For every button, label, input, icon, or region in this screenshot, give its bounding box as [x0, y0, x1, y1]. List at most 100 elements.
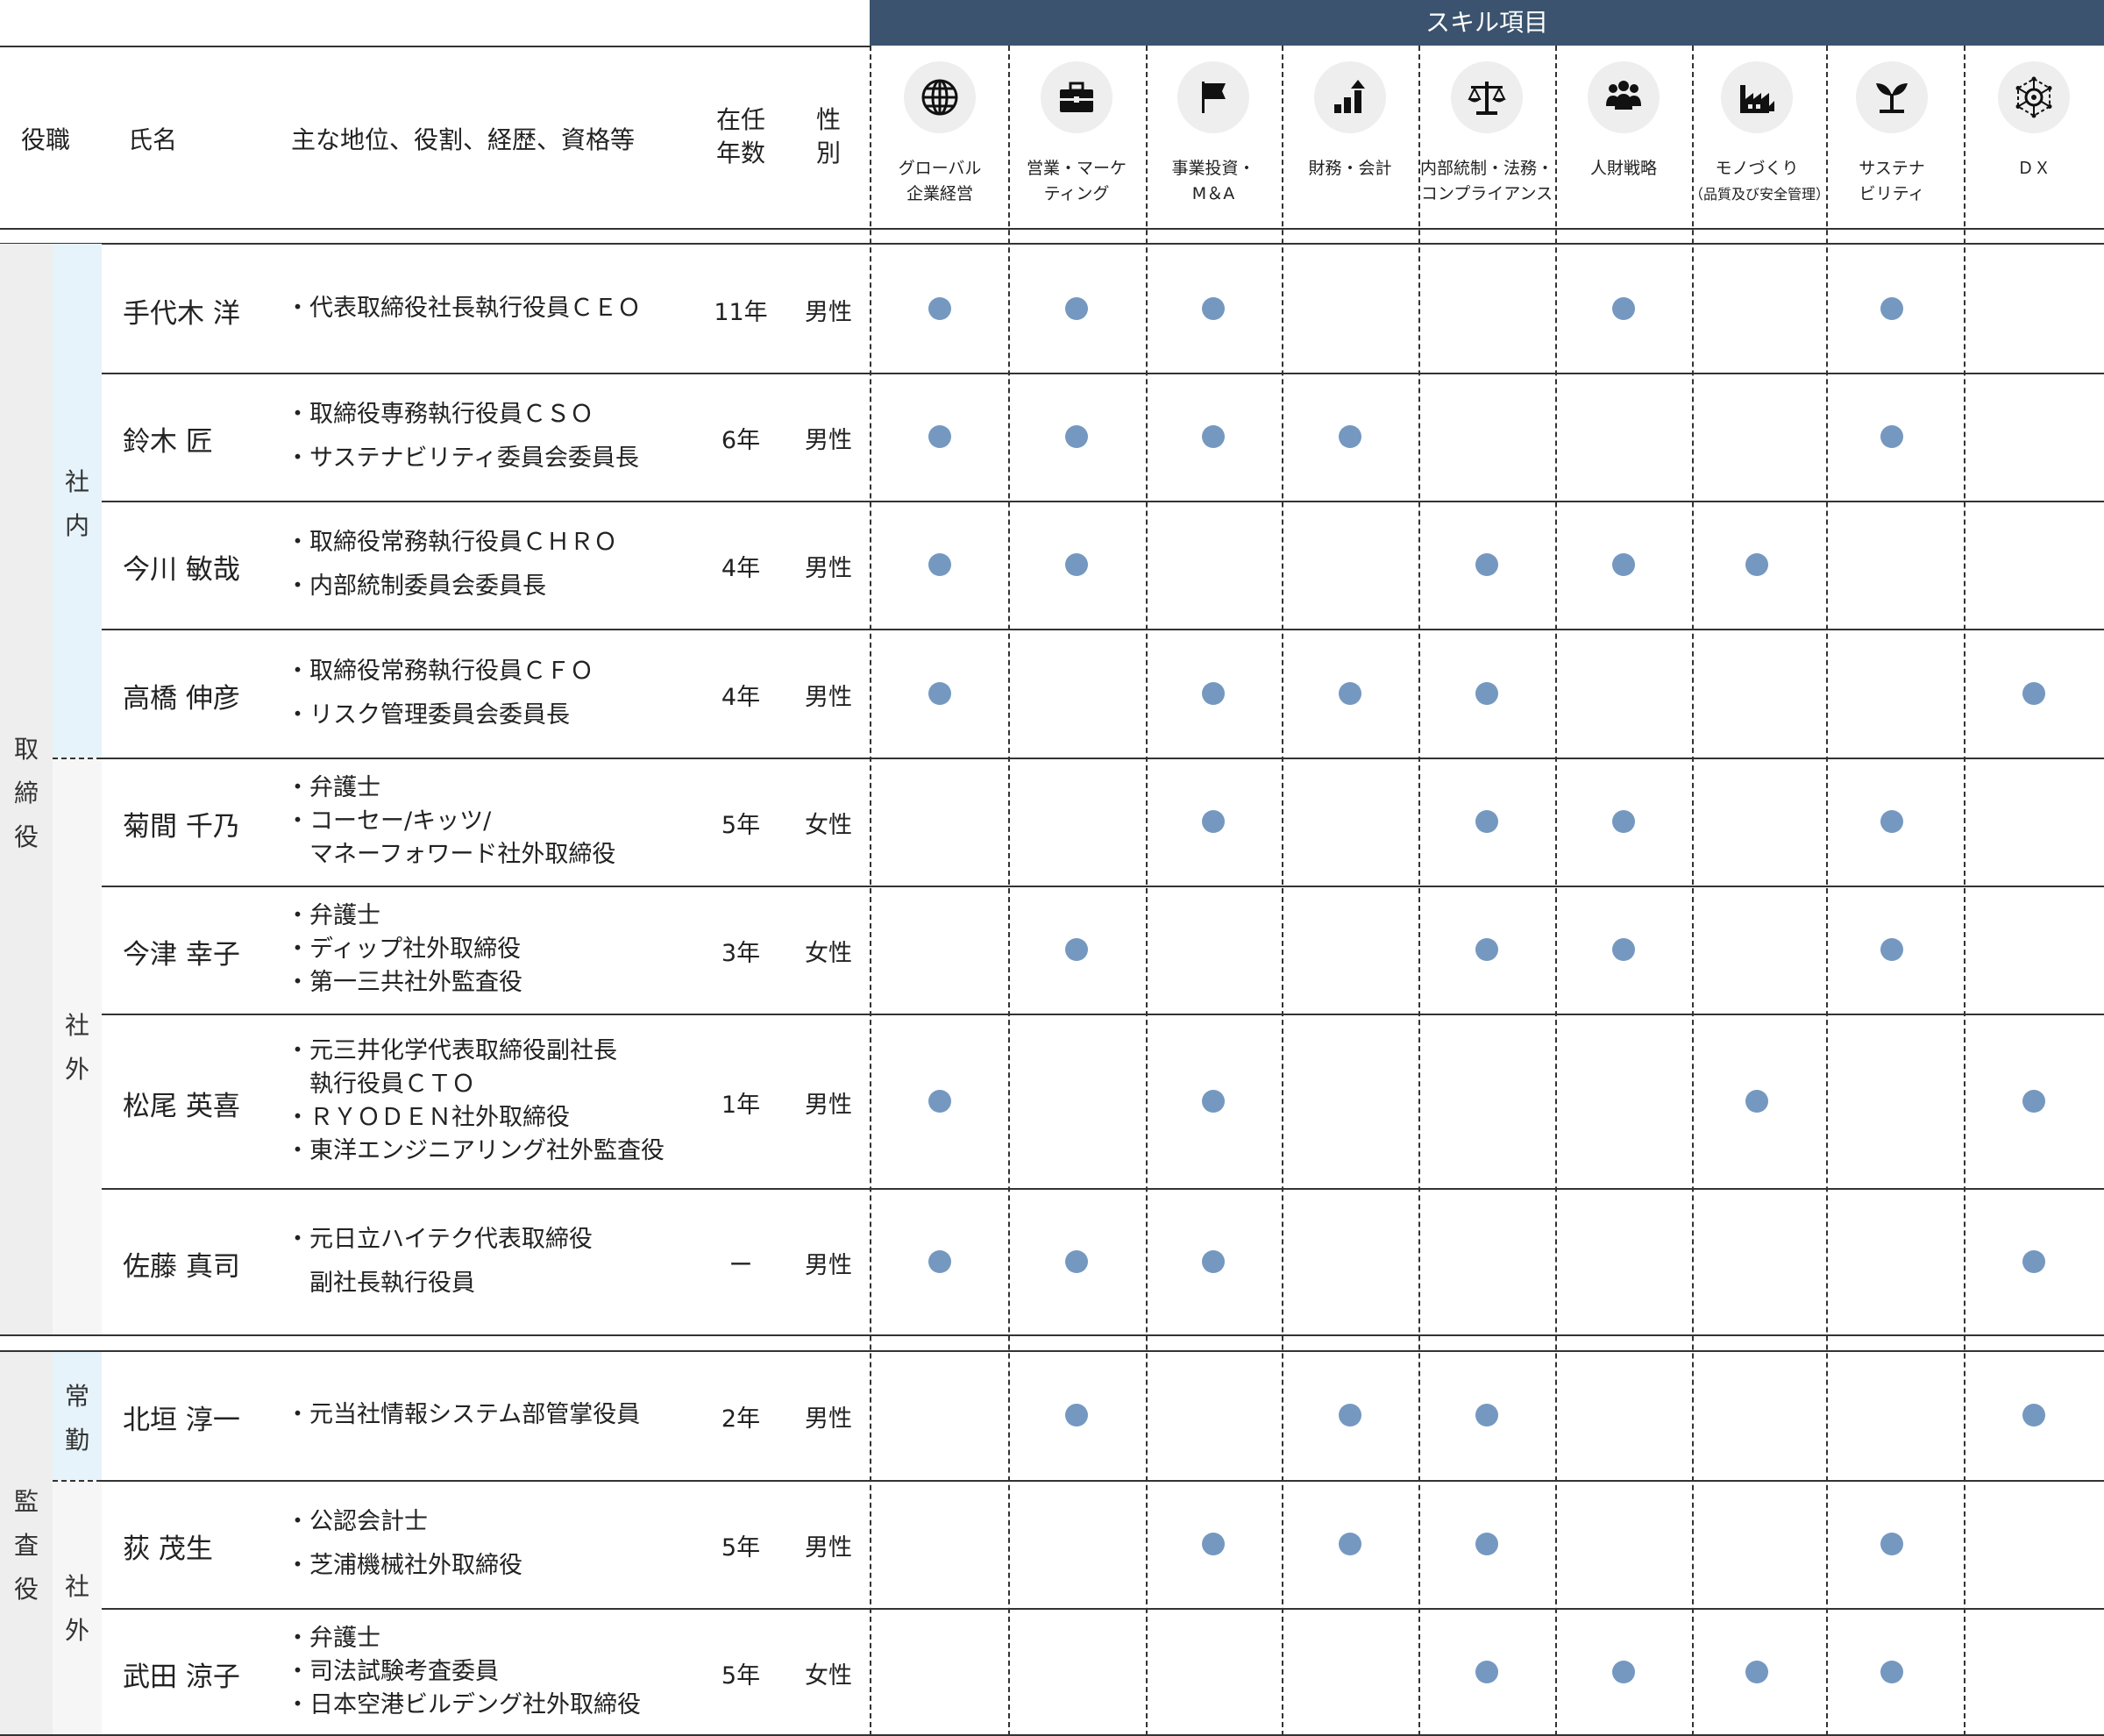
member-name: 松尾 英喜	[123, 1090, 240, 1122]
member-gender: 男性	[805, 555, 852, 582]
skill-dot	[1612, 938, 1635, 961]
skill-dot	[2022, 681, 2045, 705]
group-auditor-external-label: 社外	[64, 1572, 89, 1645]
skill-dot	[1880, 1533, 1903, 1555]
skill-label: モノづくり （品質及び安全管理）	[1689, 159, 1830, 203]
flag-icon	[1177, 61, 1249, 133]
member-roles: ・元日立ハイテク代表取締役 副社長執行役員	[286, 1225, 593, 1297]
member-gender: 男性	[805, 427, 852, 454]
member-roles: ・公認会計士 ・芝浦機械社外取締役	[286, 1508, 522, 1579]
skill-label: ＤＸ	[2016, 159, 2051, 178]
skill-label: 人財戦略	[1589, 159, 1657, 178]
skill-dot	[1202, 810, 1225, 833]
skill-label: 内部統制・法務・ コンプライアンス	[1419, 159, 1553, 203]
member-gender: 男性	[805, 298, 852, 326]
skill-dot	[1202, 681, 1225, 705]
network-icon	[1998, 61, 2070, 133]
group-fulltime-label: 常勤	[64, 1382, 89, 1455]
skill-dot	[1339, 1533, 1361, 1555]
skill-dot	[1339, 681, 1361, 705]
member-tenure: 11年	[714, 298, 768, 326]
skill-dot	[1475, 1533, 1498, 1555]
member-roles: ・代表取締役社長執行役員ＣＥＯ	[286, 294, 641, 322]
member-gender: 男性	[805, 1251, 852, 1279]
group-external-label: 社外	[64, 1011, 89, 1084]
header-gender: 性別	[815, 105, 841, 167]
skill-dot	[1475, 553, 1498, 576]
skill-dot	[1612, 296, 1635, 320]
people-icon	[1588, 61, 1660, 133]
group-internal-label: 社内	[64, 467, 89, 540]
skill-dot	[1339, 425, 1361, 448]
member-gender: 男性	[805, 1091, 852, 1119]
member-gender: 男性	[805, 1405, 852, 1433]
member-tenure: ー	[729, 1251, 753, 1279]
member-tenure: 5年	[721, 1534, 761, 1562]
member-gender: 男性	[805, 683, 852, 711]
member-tenure: 4年	[721, 683, 761, 711]
skill-dot	[928, 1249, 951, 1273]
member-name: 荻 茂生	[123, 1533, 213, 1565]
header-name: 氏名	[128, 125, 178, 154]
sprout-icon	[1856, 61, 1928, 133]
member-roles: ・元三井化学代表取締役副社長 執行役員ＣＴＯ ・ＲＹＯＤＥＮ社外取締役 ・東洋エンジ…	[286, 1036, 665, 1164]
skill-dot	[1065, 425, 1088, 448]
group-director-label: 取締役	[13, 735, 39, 851]
member-roles: ・取締役常務執行役員ＣＨＲＯ ・内部統制委員会委員長	[286, 529, 617, 600]
skill-label: サステナ ビリティ	[1859, 159, 1925, 203]
skill-dot	[1880, 810, 1903, 833]
skill-dot	[1880, 1661, 1903, 1683]
member-roles: ・取締役常務執行役員ＣＦＯ ・リスク管理委員会委員長	[286, 657, 594, 729]
member-tenure: 2年	[721, 1405, 761, 1433]
member-name: 今津 幸子	[123, 939, 240, 971]
skill-dot	[1475, 1661, 1498, 1683]
skill-dot	[928, 425, 951, 448]
member-name: 鈴木 匠	[123, 426, 213, 458]
skill-dot	[1202, 425, 1225, 448]
skill-dot	[1612, 1661, 1635, 1683]
member-name: 今川 敏哉	[123, 554, 240, 586]
scales-icon	[1451, 61, 1523, 133]
skill-dot	[2022, 1249, 2045, 1273]
member-name: 武田 涼子	[123, 1661, 240, 1693]
member-roles: ・弁護士 ・コーセー/キッツ/ マネーフォワード社外取締役	[286, 774, 616, 868]
member-gender: 女性	[805, 812, 852, 839]
skill-dot	[1065, 938, 1088, 961]
member-roles: ・弁護士 ・司法試験考査委員 ・日本空港ビルデング社外取締役	[286, 1625, 641, 1718]
skill-dot	[1880, 938, 1903, 961]
member-tenure: 1年	[721, 1091, 761, 1119]
member-tenure: 4年	[721, 555, 761, 582]
skill-dot	[928, 553, 951, 576]
skill-dot	[1745, 1661, 1768, 1683]
skill-label: 営業・マーケ ティング	[1026, 159, 1127, 203]
skill-dot	[1202, 1533, 1225, 1555]
member-name: 高橋 伸彦	[123, 682, 240, 715]
member-name: 佐藤 真司	[123, 1250, 240, 1283]
skill-label: グローバル 企業経営	[898, 159, 982, 203]
skill-dot	[1475, 810, 1498, 833]
skill-dot	[1065, 1404, 1088, 1427]
skill-items-header: スキル項目	[870, 0, 2104, 46]
member-name: 北垣 淳一	[123, 1405, 240, 1436]
skill-dot	[2022, 1404, 2045, 1427]
header-roles: 主な地位、役割、経歴、資格等	[291, 125, 636, 154]
header-position: 役職	[21, 125, 71, 154]
member-name: 菊間 千乃	[123, 811, 240, 843]
header-tenure: 在任 年数	[715, 105, 765, 167]
group-auditor-label: 監査役	[13, 1487, 39, 1604]
skill-dot	[1612, 810, 1635, 833]
member-gender: 女性	[805, 1662, 852, 1690]
skill-dot	[1745, 1089, 1768, 1113]
skill-dot	[1612, 553, 1635, 576]
skill-dot	[1202, 1249, 1225, 1273]
bar-chart-icon	[1314, 61, 1386, 133]
member-gender: 男性	[805, 1534, 852, 1562]
skill-dot	[928, 1089, 951, 1113]
member-tenure: 5年	[721, 812, 761, 839]
skill-dot	[928, 681, 951, 705]
member-roles: ・元当社情報システム部管掌役員	[286, 1401, 641, 1428]
factory-icon	[1721, 61, 1793, 133]
member-tenure: 3年	[721, 940, 761, 967]
briefcase-icon	[1041, 61, 1112, 133]
skill-dot	[1065, 1249, 1088, 1273]
